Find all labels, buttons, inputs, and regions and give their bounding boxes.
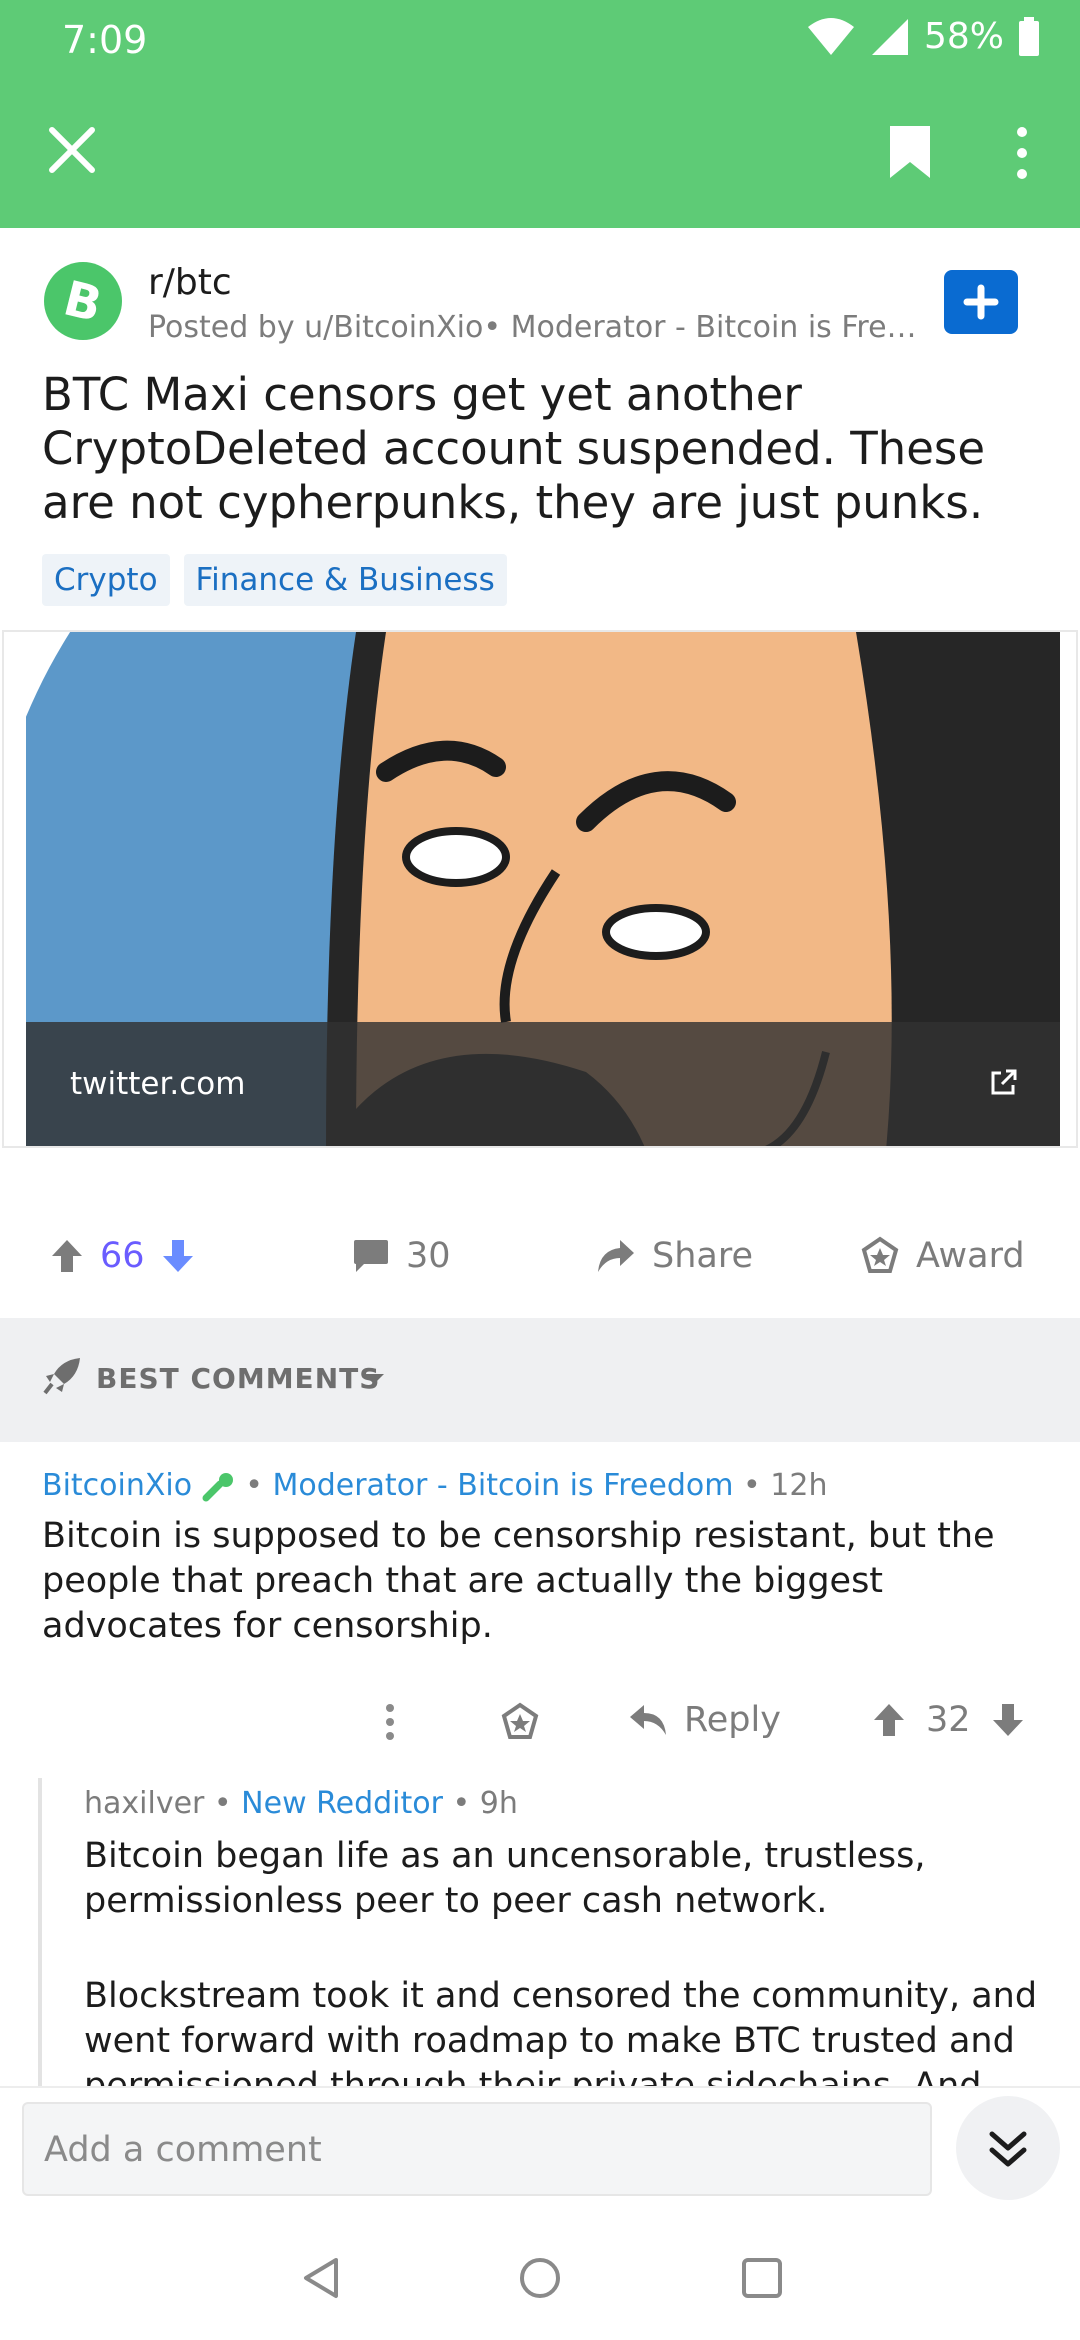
- reply-label: Reply: [684, 1700, 781, 1740]
- more-vertical-icon[interactable]: [384, 1702, 396, 1742]
- close-icon[interactable]: [46, 124, 98, 176]
- comment-actions: Reply 32: [0, 1692, 1080, 1752]
- share-button[interactable]: Share: [596, 1236, 753, 1276]
- comment-meta: BitcoinXio • Moderator - Bitcoin is Free…: [42, 1468, 828, 1503]
- flair-crypto[interactable]: Crypto: [42, 554, 170, 606]
- system-nav-bar: [0, 2220, 1080, 2340]
- rocket-icon: [43, 1358, 80, 1395]
- post-title[interactable]: BTC Maxi censors get yet another CryptoD…: [42, 368, 1042, 530]
- comment-icon: [354, 1240, 388, 1272]
- comment-age: 9h: [479, 1786, 518, 1821]
- join-button[interactable]: [944, 270, 1018, 334]
- reply-icon: [630, 1705, 666, 1735]
- battery-percent: 58%: [923, 16, 1004, 57]
- moderator-icon: [202, 1472, 233, 1501]
- jump-to-next-button[interactable]: [956, 2096, 1060, 2200]
- share-label: Share: [652, 1236, 754, 1276]
- post-actions: 66 30 Share Award: [0, 1216, 1080, 1306]
- comment-vote-group: 32: [872, 1700, 1025, 1740]
- post-meta: Posted by u/BitcoinXio• Moderator - Bitc…: [148, 310, 928, 345]
- comments-count: 30: [406, 1236, 451, 1276]
- comments-button[interactable]: 30: [352, 1236, 451, 1276]
- signal-icon: [871, 18, 908, 55]
- comment-body-paragraph: Bitcoin began life as an uncensorable, t…: [84, 1836, 926, 1921]
- back-icon[interactable]: [298, 2254, 346, 2302]
- external-link-icon: [991, 1069, 1017, 1095]
- vote-group: 66: [50, 1236, 195, 1276]
- link-domain[interactable]: twitter.com: [70, 1066, 245, 1102]
- link-overlay: twitter.com: [26, 1022, 1060, 1146]
- award-button[interactable]: Award: [860, 1236, 1025, 1276]
- flair-finance[interactable]: Finance & Business: [183, 554, 507, 606]
- wifi-icon: [807, 17, 854, 55]
- status-time: 7:09: [62, 18, 148, 62]
- post-score: 66: [100, 1236, 145, 1276]
- comment-author[interactable]: BitcoinXio: [42, 1468, 192, 1503]
- comment-meta: haxilver • New Redditor • 9h: [84, 1786, 518, 1821]
- comment: haxilver • New Redditor • 9h Bitcoin beg…: [0, 1786, 1080, 2086]
- plus-icon: [963, 284, 999, 320]
- comment-body: Bitcoin is supposed to be censorship res…: [42, 1516, 995, 1646]
- downvote-icon[interactable]: [991, 1702, 1025, 1738]
- downvote-icon[interactable]: [161, 1238, 195, 1274]
- subreddit-avatar[interactable]: B: [44, 262, 122, 340]
- award-icon: [861, 1236, 899, 1273]
- status-icons: 58%: [806, 16, 1040, 57]
- reply-button[interactable]: Reply: [628, 1700, 781, 1740]
- comment-flair: New Redditor: [241, 1786, 443, 1821]
- upvote-icon[interactable]: [872, 1702, 906, 1738]
- comment-sort-bar[interactable]: BEST COMMENTS: [0, 1318, 1080, 1442]
- award-icon[interactable]: [500, 1702, 540, 1742]
- comment-author[interactable]: haxilver: [84, 1786, 204, 1821]
- svg-text:B: B: [58, 270, 107, 333]
- bitcoin-icon: B: [58, 270, 107, 333]
- comment-composer: Add a comment: [0, 2086, 1080, 2220]
- sort-label: BEST COMMENTS: [96, 1362, 381, 1395]
- home-icon[interactable]: [516, 2254, 564, 2302]
- chevron-down-icon: [364, 1374, 384, 1384]
- recents-icon[interactable]: [738, 2254, 786, 2302]
- subreddit-name[interactable]: r/btc: [148, 262, 232, 303]
- comment-age: 12h: [770, 1468, 828, 1503]
- upvote-icon[interactable]: [50, 1238, 84, 1274]
- post-flairs: Crypto Finance & Business: [42, 554, 507, 606]
- more-vertical-icon[interactable]: [1010, 126, 1034, 180]
- comment-flair: Moderator - Bitcoin is Freedom: [272, 1468, 734, 1503]
- app-bar: 7:09 58%: [0, 0, 1080, 228]
- double-chevron-down-icon: [989, 2131, 1027, 2167]
- share-icon: [598, 1240, 634, 1272]
- bookmark-icon[interactable]: [886, 124, 934, 180]
- battery-icon: [1019, 16, 1039, 56]
- award-label: Award: [916, 1236, 1025, 1276]
- comment-body-paragraph: Blockstream took it and censored the com…: [84, 1976, 1038, 2086]
- comment-score: 32: [926, 1700, 971, 1740]
- link-preview[interactable]: twitter.com: [2, 630, 1078, 1148]
- comment-input[interactable]: Add a comment: [22, 2102, 932, 2196]
